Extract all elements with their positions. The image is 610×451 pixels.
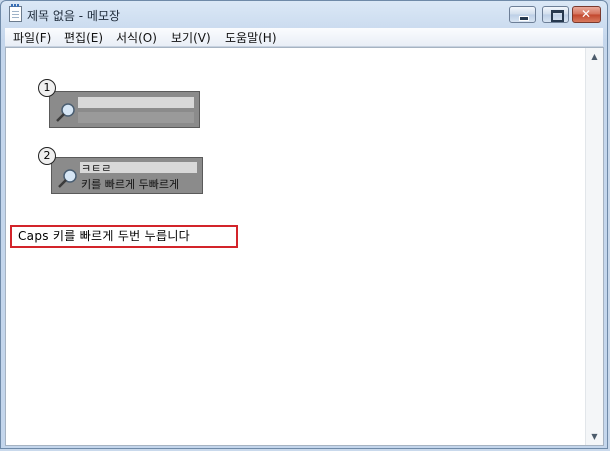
ime-candidate-line xyxy=(78,112,194,123)
ime-composition-line xyxy=(78,97,194,108)
callout-number-1: 1 xyxy=(38,79,56,97)
callout-number-2: 2 xyxy=(38,147,56,165)
minimize-button[interactable] xyxy=(509,6,536,23)
maximize-icon xyxy=(551,10,564,22)
menu-view[interactable]: 보기(V) xyxy=(171,29,211,46)
window-title: 제목 없음 - 메모장 xyxy=(27,9,121,23)
text-editor-area[interactable]: 1 ㅋㅌㄹ 키를 빠르게 두빠르게 2 Caps 키를 빠르게 두번 누릅니다 … xyxy=(5,47,604,446)
maximize-button[interactable] xyxy=(542,6,569,23)
instruction-annotation: Caps 키를 빠르게 두번 누릅니다 xyxy=(10,225,238,248)
menu-format[interactable]: 서식(O) xyxy=(116,29,157,46)
menu-bar: 파일(F) 편집(E) 서식(O) 보기(V) 도움말(H) xyxy=(5,28,603,47)
magnifier-icon xyxy=(56,103,75,122)
minimize-icon xyxy=(519,16,529,21)
ime-composition-text: ㅋㅌㄹ xyxy=(81,162,112,175)
vertical-scrollbar[interactable]: ▲ ▼ xyxy=(585,48,603,445)
scroll-down-arrow-icon[interactable]: ▼ xyxy=(586,428,603,445)
scroll-up-arrow-icon[interactable]: ▲ xyxy=(586,48,603,65)
menu-file[interactable]: 파일(F) xyxy=(13,29,51,46)
close-button[interactable]: ✕ xyxy=(572,6,601,23)
ime-candidate-box-1 xyxy=(49,91,200,128)
menu-help[interactable]: 도움말(H) xyxy=(225,29,277,46)
notepad-icon[interactable] xyxy=(9,4,22,22)
title-bar[interactable]: 제목 없음 - 메모장 ✕ xyxy=(1,1,607,28)
ime-candidate-text: 키를 빠르게 두빠르게 xyxy=(81,178,180,191)
magnifier-icon xyxy=(58,169,77,188)
notepad-window: 제목 없음 - 메모장 ✕ 파일(F) 편집(E) 서식(O) 보기(V) 도움… xyxy=(0,0,608,449)
ime-candidate-box-2: ㅋㅌㄹ 키를 빠르게 두빠르게 xyxy=(51,157,203,194)
menu-edit[interactable]: 편집(E) xyxy=(64,29,103,46)
close-icon: ✕ xyxy=(581,7,592,21)
